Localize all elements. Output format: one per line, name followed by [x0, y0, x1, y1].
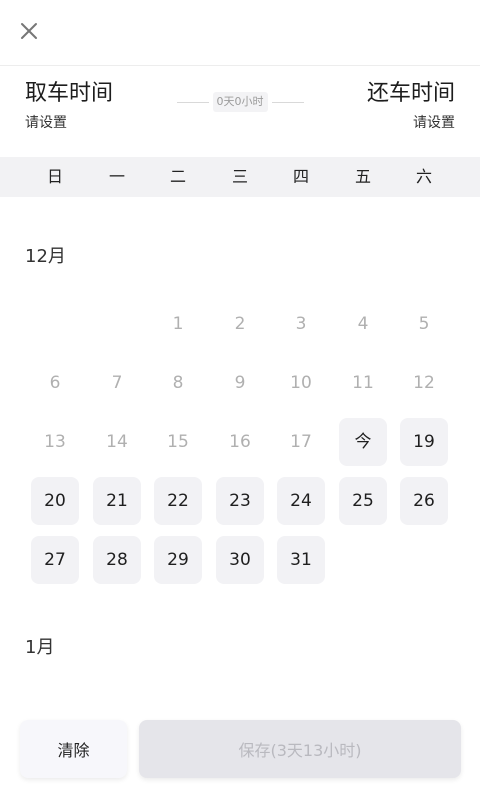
- calendar-day[interactable]: 30: [216, 536, 264, 584]
- calendar-day-disabled: 16: [229, 432, 251, 452]
- duration-line-right: [271, 101, 304, 103]
- calendar-day[interactable]: 25: [339, 477, 387, 525]
- weekday-header: 日一二三四五六: [0, 157, 480, 197]
- calendar-day[interactable]: 19: [400, 418, 448, 466]
- header-divider: [0, 65, 480, 66]
- calendar-day-disabled: 4: [357, 314, 369, 334]
- calendar-day-disabled: 2: [234, 314, 246, 334]
- weekday-label: 五: [354, 167, 371, 186]
- calendar-day[interactable]: 26: [400, 477, 448, 525]
- calendar-day-disabled: 3: [295, 314, 307, 334]
- weekday-label: 一: [108, 167, 125, 186]
- clear-button[interactable]: 清除: [20, 720, 127, 778]
- calendar-day-disabled: 1: [172, 314, 184, 334]
- calendar-day-disabled: 13: [44, 432, 66, 452]
- pickup-time-value: 请设置: [25, 115, 67, 131]
- calendar-day-disabled: 17: [290, 432, 312, 452]
- save-button[interactable]: 保存(3天13小时): [139, 720, 461, 778]
- close-icon: [21, 23, 37, 39]
- duration-indicator: 0天0小时: [176, 91, 304, 113]
- calendar-day[interactable]: 23: [216, 477, 264, 525]
- weekday-label: 日: [46, 167, 63, 186]
- calendar-day-disabled: 6: [49, 373, 61, 393]
- calendar-day-disabled: 8: [172, 373, 184, 393]
- month-label: 12月: [25, 246, 66, 267]
- weekday-label: 六: [415, 167, 432, 186]
- calendar-day[interactable]: 24: [277, 477, 325, 525]
- calendar-day-disabled: 11: [352, 373, 374, 393]
- calendar-day[interactable]: 22: [154, 477, 202, 525]
- duration-line-left: [176, 101, 209, 103]
- return-time-value: 请设置: [413, 115, 455, 131]
- calendar-day[interactable]: 29: [154, 536, 202, 584]
- calendar-day-disabled: 10: [290, 373, 312, 393]
- duration-badge: 0天0小时: [212, 92, 268, 112]
- return-time-title: 还车时间: [366, 81, 455, 106]
- calendar-day[interactable]: 20: [31, 477, 79, 525]
- calendar-day[interactable]: 28: [93, 536, 141, 584]
- calendar-day-disabled: 9: [234, 373, 246, 393]
- weekday-label: 三: [231, 167, 248, 186]
- bottom-action-bar: 清除 保存(3天13小时): [0, 705, 480, 800]
- calendar-day-disabled: 14: [106, 432, 128, 452]
- calendar-day-disabled: 7: [111, 373, 123, 393]
- calendar-day[interactable]: 31: [277, 536, 325, 584]
- close-button[interactable]: [14, 16, 44, 46]
- month-label: 1月: [25, 637, 55, 658]
- weekday-label: 二: [169, 167, 186, 186]
- calendar-day-disabled: 15: [167, 432, 189, 452]
- weekday-label: 四: [292, 167, 309, 186]
- pickup-time-selector[interactable]: 取车时间 请设置: [25, 80, 113, 132]
- calendar-day[interactable]: 今: [339, 418, 387, 466]
- calendar-day[interactable]: 27: [31, 536, 79, 584]
- return-time-selector[interactable]: 还车时间 请设置: [367, 80, 455, 132]
- calendar-day[interactable]: 21: [93, 477, 141, 525]
- calendar-day-disabled: 5: [418, 314, 430, 334]
- pickup-time-title: 取车时间: [25, 81, 114, 106]
- calendar-day-disabled: 12: [413, 373, 435, 393]
